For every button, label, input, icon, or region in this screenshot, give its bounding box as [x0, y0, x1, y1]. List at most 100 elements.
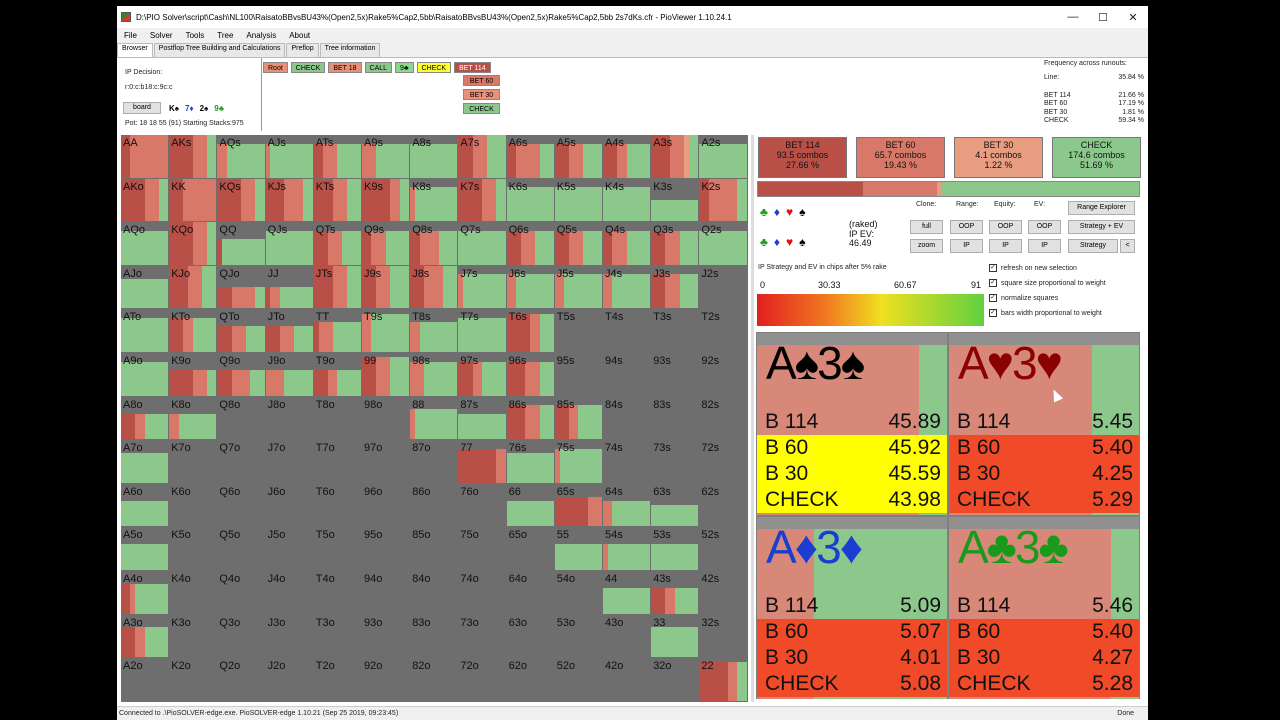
hand-cell-94o[interactable]: 94o [362, 571, 410, 614]
tree-node[interactable]: CHECK [416, 62, 452, 73]
hand-cell-83o[interactable]: 83o [410, 614, 458, 658]
minimize-button[interactable]: — [1058, 11, 1088, 23]
combo-panel[interactable]: A♣3♣ B 114 5.46 B 60 5.40 B 30 4.27 CHECK 5.28 [949, 517, 1139, 699]
hand-cell-64o[interactable]: 64o [506, 571, 554, 614]
hand-cell-T6o[interactable]: T6o [313, 483, 361, 527]
splitter[interactable] [751, 135, 754, 702]
hand-cell-A6s[interactable]: A6s [506, 135, 554, 178]
tree-node[interactable]: 9♣ [395, 62, 414, 73]
hand-cell-65s[interactable]: 65s [554, 483, 602, 527]
hand-cell-53s[interactable]: 53s [651, 527, 699, 570]
ev-oop-button[interactable]: OOP [1028, 220, 1061, 234]
hand-cell-82o[interactable]: 82o [410, 658, 458, 701]
hand-cell-A3o[interactable]: A3o [121, 614, 169, 658]
hand-cell-QQ[interactable]: QQ [217, 222, 265, 265]
equity-oop-button[interactable]: OOP [989, 220, 1022, 234]
hand-cell-KQs[interactable]: KQs [217, 178, 265, 222]
tree-node[interactable]: CHECK [290, 62, 326, 73]
close-button[interactable]: ✕ [1118, 11, 1148, 24]
hand-cell-Q7s[interactable]: Q7s [458, 222, 506, 265]
hand-cell-T3s[interactable]: T3s [651, 309, 699, 352]
hand-cell-A4o[interactable]: A4o [121, 571, 169, 614]
hand-cell-55[interactable]: 55 [554, 527, 602, 570]
hand-cell-A5o[interactable]: A5o [121, 527, 169, 570]
hand-cell-Q2s[interactable]: Q2s [699, 222, 747, 265]
hand-cell-K3s[interactable]: K3s [651, 178, 699, 222]
hand-cell-AJs[interactable]: AJs [265, 135, 313, 178]
hand-cell-J2o[interactable]: J2o [265, 658, 313, 701]
hand-cell-32s[interactable]: 32s [699, 614, 747, 658]
hand-cell-A3s[interactable]: A3s [651, 135, 699, 178]
hand-cell-A7s[interactable]: A7s [458, 135, 506, 178]
hand-cell-T8s[interactable]: T8s [410, 309, 458, 352]
hand-cell-A7o[interactable]: A7o [121, 440, 169, 483]
summary-box[interactable]: CHECK 174.6 combos 51.69 % [1052, 137, 1141, 178]
suit-filter-icon[interactable]: ♠ [799, 235, 805, 249]
tab-browser[interactable]: Browser [117, 43, 153, 57]
hand-cell-96o[interactable]: 96o [362, 483, 410, 527]
hand-cell-J8s[interactable]: J8s [410, 265, 458, 309]
maximize-button[interactable]: ☐ [1088, 11, 1118, 24]
hand-cell-T2o[interactable]: T2o [313, 658, 361, 701]
hand-cell-98s[interactable]: 98s [410, 353, 458, 396]
hand-cell-T9s[interactable]: T9s [362, 309, 410, 352]
full-button[interactable]: full [910, 220, 943, 234]
hand-cell-A5s[interactable]: A5s [554, 135, 602, 178]
hand-cell-T5s[interactable]: T5s [554, 309, 602, 352]
hand-cell-T2s[interactable]: T2s [699, 309, 747, 352]
strategy-ev-button[interactable]: Strategy + EV [1068, 220, 1135, 234]
hand-cell-K8s[interactable]: K8s [410, 178, 458, 222]
hand-cell-K9s[interactable]: K9s [362, 178, 410, 222]
hand-cell-52s[interactable]: 52s [699, 527, 747, 570]
suit-filter-icon[interactable]: ♦ [774, 205, 780, 219]
hand-cell-97s[interactable]: 97s [458, 353, 506, 396]
hand-cell-62s[interactable]: 62s [699, 483, 747, 527]
hand-cell-86s[interactable]: 86s [506, 396, 554, 440]
hand-cell-32o[interactable]: 32o [651, 658, 699, 701]
hand-cell-82s[interactable]: 82s [699, 396, 747, 440]
zoom-button[interactable]: zoom [910, 239, 943, 253]
hand-cell-Q7o[interactable]: Q7o [217, 440, 265, 483]
hand-cell-T7o[interactable]: T7o [313, 440, 361, 483]
hand-cell-JTo[interactable]: JTo [265, 309, 313, 352]
hand-cell-94s[interactable]: 94s [603, 353, 651, 396]
hand-cell-86o[interactable]: 86o [410, 483, 458, 527]
summary-box[interactable]: BET 114 93.5 combos 27.66 % [758, 137, 847, 178]
suit-filter-icon[interactable]: ♥ [786, 235, 793, 249]
tree-node[interactable]: CALL [364, 62, 393, 73]
hand-cell-92o[interactable]: 92o [362, 658, 410, 701]
hand-cell-T6s[interactable]: T6s [506, 309, 554, 352]
hand-cell-75s[interactable]: 75s [554, 440, 602, 483]
hand-cell-98o[interactable]: 98o [362, 396, 410, 440]
hand-cell-A4s[interactable]: A4s [603, 135, 651, 178]
hand-cell-65o[interactable]: 65o [506, 527, 554, 570]
hand-cell-88[interactable]: 88 [410, 396, 458, 440]
equity-ip-button[interactable]: IP [989, 239, 1022, 253]
hand-cell-K5o[interactable]: K5o [169, 527, 217, 570]
hand-cell-Q5o[interactable]: Q5o [217, 527, 265, 570]
hand-cell-K6o[interactable]: K6o [169, 483, 217, 527]
hand-cell-T7s[interactable]: T7s [458, 309, 506, 352]
hand-cell-QTs[interactable]: QTs [313, 222, 361, 265]
suit-filter-icon[interactable]: ♥ [786, 205, 793, 219]
range-ip-button[interactable]: IP [950, 239, 983, 253]
hand-cell-95s[interactable]: 95s [554, 353, 602, 396]
hand-cell-63s[interactable]: 63s [651, 483, 699, 527]
hand-cell-85o[interactable]: 85o [410, 527, 458, 570]
hand-cell-K6s[interactable]: K6s [506, 178, 554, 222]
hand-cell-A8s[interactable]: A8s [410, 135, 458, 178]
checkbox-box[interactable]: ✓ [989, 264, 997, 272]
hand-cell-74s[interactable]: 74s [603, 440, 651, 483]
hand-cell-K5s[interactable]: K5s [554, 178, 602, 222]
hand-cell-A6o[interactable]: A6o [121, 483, 169, 527]
tree-option[interactable]: BET 60 [463, 75, 500, 86]
menu-file[interactable]: File [117, 31, 143, 40]
hand-cell-T4o[interactable]: T4o [313, 571, 361, 614]
hand-cell-T8o[interactable]: T8o [313, 396, 361, 440]
board-button[interactable]: board [123, 102, 161, 114]
hand-cell-T3o[interactable]: T3o [313, 614, 361, 658]
range-oop-button[interactable]: OOP [950, 220, 983, 234]
hand-cell-K9o[interactable]: K9o [169, 353, 217, 396]
hand-cell-ATo[interactable]: ATo [121, 309, 169, 352]
strategy-button[interactable]: Strategy [1068, 239, 1118, 253]
